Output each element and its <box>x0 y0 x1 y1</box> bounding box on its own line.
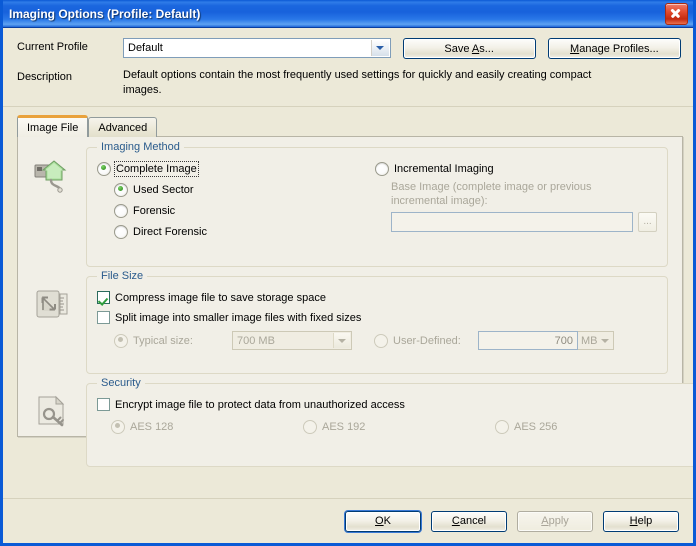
image-file-tab-panel: Imaging Method Complete Image Used Secto… <box>17 136 693 467</box>
security-section: Security Encrypt image file to protect d… <box>18 377 693 467</box>
browse-button[interactable]: ... <box>638 212 657 232</box>
radio-aes-128: AES 128 <box>111 418 303 435</box>
cancel-button[interactable]: Cancel <box>431 510 507 532</box>
dialog-footer: OK Cancel Apply Help <box>3 498 693 543</box>
checkbox-compress-icon <box>97 291 110 304</box>
radio-forensic-label: Forensic <box>133 204 176 217</box>
radio-aes-256-icon <box>495 419 509 434</box>
close-icon[interactable] <box>665 2 688 25</box>
base-image-input[interactable] <box>391 212 633 232</box>
title-bar: Imaging Options (Profile: Default) <box>3 0 693 28</box>
radio-forensic[interactable]: Forensic <box>114 202 375 219</box>
description-text: Default options contain the most frequen… <box>123 69 592 96</box>
tab-image-file-label: Image File <box>27 121 79 134</box>
radio-typical-size: Typical size: <box>114 332 222 349</box>
profile-header: Current Profile Default Save As... Manag… <box>3 28 693 107</box>
radio-user-defined-icon <box>374 333 388 348</box>
radio-typical-size-icon <box>114 333 128 348</box>
base-image-label: Base Image (complete image or previous i… <box>391 181 592 207</box>
checkbox-split[interactable]: Split image into smaller image files wit… <box>97 309 657 326</box>
apply-label: Apply <box>541 515 569 527</box>
checkbox-split-label: Split image into smaller image files wit… <box>115 311 362 324</box>
radio-incremental-imaging[interactable]: Incremental Imaging <box>375 160 657 177</box>
radio-used-sector-label: Used Sector <box>133 183 194 196</box>
radio-incremental-imaging-label: Incremental Imaging <box>394 162 494 175</box>
typical-size-select: 700 MB <box>232 331 352 350</box>
radio-used-sector-icon <box>114 182 128 197</box>
radio-aes-256-label: AES 256 <box>514 420 558 433</box>
checkbox-compress-label: Compress image file to save storage spac… <box>115 291 326 304</box>
checkbox-encrypt-label: Encrypt image file to protect data from … <box>115 398 405 411</box>
current-profile-value: Default <box>128 42 163 54</box>
security-group: Security Encrypt image file to protect d… <box>86 377 693 467</box>
checkbox-split-icon <box>97 311 110 324</box>
checkbox-encrypt-icon <box>97 398 110 411</box>
typical-size-value: 700 MB <box>237 334 275 347</box>
radio-aes-192-label: AES 192 <box>322 420 366 433</box>
file-size-group: File Size Compress image file to save st… <box>86 270 668 374</box>
ok-button[interactable]: OK <box>345 510 421 532</box>
ok-label: OK <box>375 515 391 527</box>
imaging-method-icon <box>18 147 86 267</box>
manage-profiles-button[interactable]: Manage Profiles... <box>547 38 682 59</box>
tab-strip: Image File Advanced <box>3 107 693 137</box>
split-size-row: Typical size: 700 MB User-Defined: 700 M… <box>97 331 657 350</box>
radio-complete-image[interactable]: Complete Image <box>97 160 375 177</box>
radio-incremental-imaging-icon <box>375 161 389 176</box>
checkbox-encrypt[interactable]: Encrypt image file to protect data from … <box>97 396 687 413</box>
radio-user-defined: User-Defined: <box>374 332 478 349</box>
description-label: Description <box>17 71 73 83</box>
file-size-icon <box>18 276 86 374</box>
aes-options-row: AES 128 AES 192 AES 256 <box>111 418 687 435</box>
user-defined-input: 700 <box>478 331 578 350</box>
radio-direct-forensic-icon <box>114 224 128 239</box>
help-label: Help <box>629 515 653 527</box>
radio-forensic-icon <box>114 203 128 218</box>
file-size-title: File Size <box>97 270 148 282</box>
chevron-down-icon[interactable] <box>370 40 389 56</box>
radio-typical-size-label: Typical size: <box>133 334 193 347</box>
security-title: Security <box>97 377 145 389</box>
radio-complete-image-icon <box>97 161 111 176</box>
radio-aes-192: AES 192 <box>303 418 495 435</box>
checkbox-compress[interactable]: Compress image file to save storage spac… <box>97 289 657 306</box>
radio-aes-128-icon <box>111 419 125 434</box>
imaging-method-group: Imaging Method Complete Image Used Secto… <box>86 141 668 267</box>
save-as-label: Save As... <box>444 42 494 55</box>
radio-complete-image-label: Complete Image <box>114 160 199 177</box>
imaging-method-section: Imaging Method Complete Image Used Secto… <box>18 141 682 267</box>
radio-direct-forensic[interactable]: Direct Forensic <box>114 223 375 240</box>
tab-image-file[interactable]: Image File <box>17 115 89 137</box>
save-as-button[interactable]: Save As... <box>402 38 536 59</box>
radio-used-sector[interactable]: Used Sector <box>114 181 375 198</box>
cancel-label: Cancel <box>451 515 487 527</box>
security-icon <box>18 383 86 467</box>
chevron-down-icon <box>598 332 612 349</box>
profile-row: Current Profile Default Save As... Manag… <box>17 38 682 59</box>
apply-button: Apply <box>517 510 593 532</box>
help-button[interactable]: Help <box>603 510 679 532</box>
chevron-down-icon <box>333 333 350 348</box>
radio-aes-192-icon <box>303 419 317 434</box>
radio-direct-forensic-label: Direct Forensic <box>133 225 207 238</box>
description-row: Description Default options contain the … <box>17 68 681 98</box>
tab-advanced-label: Advanced <box>98 121 148 134</box>
base-image-row: ... <box>391 212 657 232</box>
tab-advanced[interactable]: Advanced <box>88 117 158 137</box>
radio-aes-256: AES 256 <box>495 418 687 435</box>
imaging-options-dialog: Imaging Options (Profile: Default) Curre… <box>0 0 696 546</box>
user-defined-unit-value: MB <box>581 334 598 347</box>
manage-profiles-label: Manage Profiles... <box>570 42 659 55</box>
user-defined-unit-select: MB <box>578 331 614 350</box>
file-size-section: File Size Compress image file to save st… <box>18 270 682 374</box>
radio-aes-128-label: AES 128 <box>130 420 174 433</box>
current-profile-select[interactable]: Default <box>123 38 391 58</box>
radio-user-defined-label: User-Defined: <box>393 334 461 347</box>
window-title: Imaging Options (Profile: Default) <box>9 6 201 21</box>
imaging-method-title: Imaging Method <box>97 141 184 153</box>
current-profile-label: Current Profile <box>17 41 88 53</box>
